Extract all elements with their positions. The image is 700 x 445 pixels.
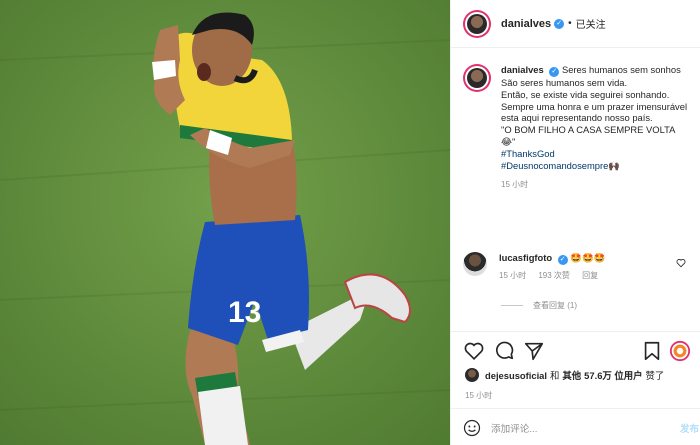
comment-text: 🤩🤩🤩 — [570, 252, 606, 263]
likes-liked-text: 赞了 — [645, 370, 665, 381]
comment-meta: 15 小时 193 次赞 回复 — [499, 270, 679, 282]
comment-body: lucasfigfoto ✓ 🤩🤩🤩 15 小时 193 次赞 回复 — [499, 252, 679, 282]
caption-author-avatar[interactable] — [463, 64, 491, 92]
liker-username[interactable]: dejesusoficial — [485, 370, 547, 381]
comment-like-heart-icon[interactable] — [676, 258, 686, 268]
caption-line-3: Sempre uma honra e um prazer imensurável… — [501, 100, 688, 124]
hashtag-thanksgod[interactable]: #ThanksGod — [501, 148, 555, 159]
like-heart-icon[interactable] — [463, 340, 485, 362]
share-send-icon[interactable] — [523, 340, 545, 362]
post-action-bar — [463, 340, 691, 362]
post-time: 15 小时 — [465, 391, 493, 400]
commenter-username[interactable]: lucasfigfoto — [499, 252, 552, 263]
view-replies-label: 查看回复 (1) — [533, 301, 577, 310]
verified-badge-icon: ✓ — [549, 67, 560, 77]
add-comment-bar: 添加评论... 发布 — [463, 419, 699, 437]
emoji-smiley-icon[interactable] — [463, 419, 481, 437]
post-photo[interactable]: 13 — [0, 0, 450, 445]
add-comment-input[interactable]: 添加评论... — [491, 421, 680, 435]
comment-likes[interactable]: 193 次赞 — [538, 271, 570, 280]
replies-line — [501, 305, 523, 306]
post-comment-button[interactable]: 发布 — [680, 421, 699, 435]
comment-bubble-icon[interactable] — [493, 340, 515, 362]
bookmark-save-icon[interactable] — [641, 340, 663, 362]
divider — [451, 331, 700, 332]
post-header: danialves ✓ • 已关注 — [451, 0, 700, 48]
post-side-panel: danialves ✓ • 已关注 danialves ✓ Seres huma… — [450, 0, 700, 445]
post-caption: danialves ✓ Seres humanos sem sonhos São… — [463, 64, 695, 191]
separator-dot: • — [568, 18, 572, 29]
verified-badge-icon: ✓ — [557, 255, 568, 265]
likes-summary: dejesusoficial 和 其他 57.6万 位用户 赞了 — [465, 368, 664, 382]
likes-others-text[interactable]: 其他 — [562, 368, 581, 382]
follow-status-button[interactable]: 已关注 — [576, 16, 606, 31]
liker-avatar[interactable] — [465, 368, 479, 382]
player-celebration-image: 13 — [0, 0, 450, 445]
comment-reply-button[interactable]: 回复 — [582, 271, 598, 280]
commenter-avatar[interactable] — [463, 252, 487, 276]
author-avatar[interactable] — [463, 9, 491, 38]
caption-time: 15 小时 — [501, 180, 529, 190]
view-replies-button[interactable]: 查看回复 (1) — [501, 300, 577, 311]
divider — [451, 408, 700, 409]
caption-username[interactable]: danialves — [501, 64, 544, 75]
author-username[interactable]: danialves — [501, 18, 551, 30]
caption-line-2: Então, se existe vida seguirei sonhando. — [501, 88, 670, 100]
jersey-number: 13 — [228, 296, 261, 329]
instagram-post-modal: 13 danialves ✓ • 已关注 danialves ✓ Seres h… — [0, 0, 700, 445]
verified-badge-icon: ✓ — [554, 18, 565, 29]
profile-story-ring-icon[interactable] — [669, 340, 691, 362]
comment-time: 15 小时 — [499, 271, 527, 280]
caption-text-block: danialves ✓ Seres humanos sem sonhos São… — [501, 64, 691, 191]
likes-count[interactable]: 57.6万 位用户 — [584, 368, 642, 382]
caption-line-4: "O BOM FILHO A CASA SEMPRE VOLTA 😂" — [501, 124, 675, 147]
hashtag-deusnocomando[interactable]: #Deusnocomandosempre🙌🏿 — [501, 160, 620, 171]
likes-and-text: 和 — [550, 370, 560, 381]
comment-item: lucasfigfoto ✓ 🤩🤩🤩 15 小时 193 次赞 回复 — [463, 252, 695, 282]
